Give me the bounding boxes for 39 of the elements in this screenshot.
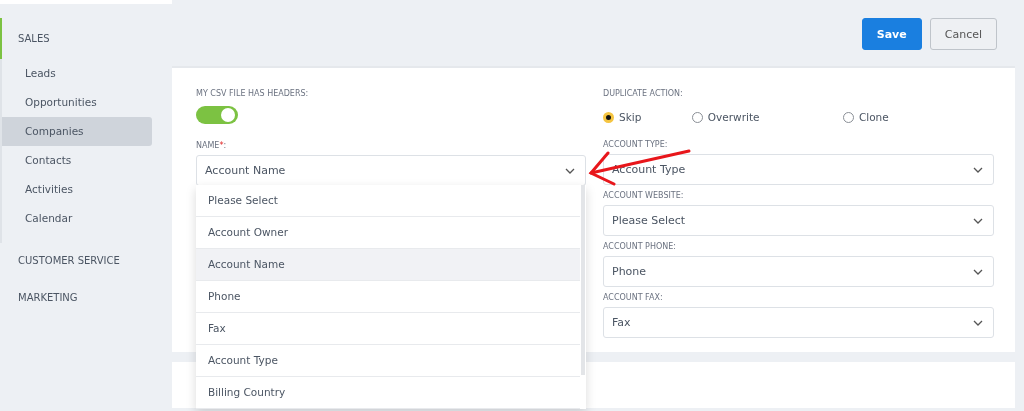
chevron-down-icon [973,268,983,275]
chevron-down-icon [973,166,983,173]
chevron-down-icon [973,217,983,224]
sidebar-item[interactable]: Activities [2,175,152,204]
select-field[interactable]: Please Select [603,205,994,236]
chevron-down-icon [565,167,575,174]
field-label: ACCOUNT FAX: [603,292,664,304]
dropdown-option[interactable]: Account Type [196,345,580,377]
radio-label: Clone [858,111,889,123]
save-button[interactable]: Save [861,18,922,50]
field-label: NAME*: [196,140,228,152]
cancel-button[interactable]: Cancel [929,18,997,50]
select-field[interactable]: Account Type [603,154,994,185]
dropdown-option[interactable]: Fax [196,313,580,345]
toggle-switch[interactable] [196,106,238,124]
select-field[interactable]: Phone [603,256,994,287]
field-label: ACCOUNT WEBSITE: [603,190,685,202]
select-field[interactable]: Fax [603,307,994,338]
field-label: MY CSV FILE HAS HEADERS: [196,88,310,100]
sidebar-section[interactable]: SALES [0,18,158,59]
sidebar-item[interactable]: Calendar [2,204,152,233]
dropdown-option[interactable]: Billing Country [196,377,580,409]
field-label: DUPLICATE ACTION: [603,88,684,100]
dropdown-option[interactable]: Please Select [196,185,580,217]
field-label: ACCOUNT PHONE: [603,241,677,253]
sidebar-section[interactable]: MARKETING [0,280,158,317]
sidebar-item[interactable]: Opportunities [2,88,152,117]
sidebar-section[interactable]: CUSTOMER SERVICE [0,243,158,280]
sidebar-item[interactable]: Leads [2,59,152,88]
radio-label: Skip [619,111,642,123]
sidebar-item[interactable]: Companies [2,117,152,146]
dropdown-option[interactable]: Account Name [196,249,580,281]
select-field[interactable]: Account Name [196,155,586,186]
dropdown-option[interactable]: Phone [196,281,580,313]
chevron-down-icon [973,319,983,326]
radio-label: Overwrite [707,111,760,123]
field-label: ACCOUNT TYPE: [603,139,669,151]
radio-button[interactable] [603,111,614,123]
sidebar-item[interactable]: Contacts [2,146,152,175]
